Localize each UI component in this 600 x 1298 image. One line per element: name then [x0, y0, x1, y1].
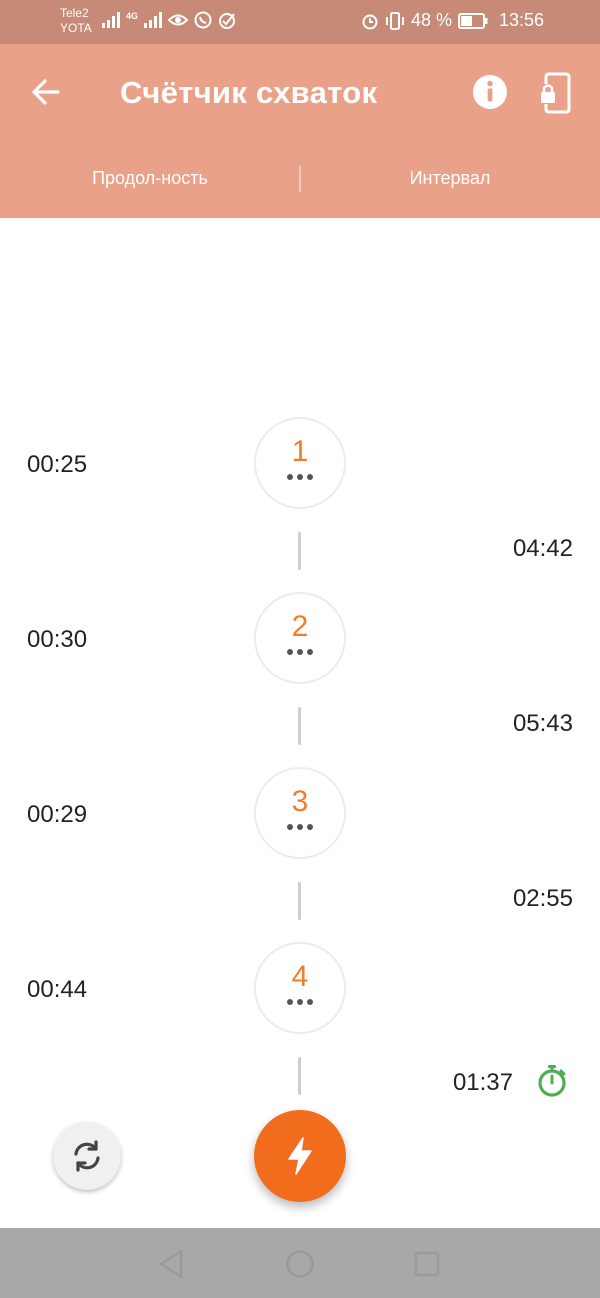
lightning-icon [288, 1137, 312, 1175]
alarm-icon [362, 14, 378, 29]
lock-phone-icon [541, 72, 571, 114]
column-tabs: Продол-ность Интервал [0, 148, 600, 208]
signal-icon-2 [144, 12, 163, 28]
contraction-node-3[interactable]: 3 [254, 767, 346, 859]
tab-interval[interactable]: Интервал [300, 168, 600, 189]
square-recents-icon [414, 1251, 440, 1277]
refresh-icon [74, 1140, 100, 1172]
arrow-left-icon [32, 79, 60, 105]
info-icon [473, 75, 507, 109]
status-icons-right: 48 % [361, 10, 488, 31]
record-contraction-button[interactable] [254, 1110, 346, 1202]
timeline-connector [298, 882, 301, 920]
contraction-node-1[interactable]: 1 [254, 417, 346, 509]
lock-screen-button[interactable] [535, 70, 575, 116]
status-icons-left: 4G [102, 11, 236, 29]
eye-icon [168, 14, 189, 26]
interval-label-2: 05:43 [512, 710, 573, 737]
contraction-number: 3 [291, 785, 309, 818]
vibrate-icon [385, 11, 404, 30]
contraction-node-4[interactable]: 4 [254, 942, 346, 1034]
contraction-number: 2 [291, 610, 309, 643]
interval-label-1: 04:42 [512, 535, 573, 562]
contraction-node-2[interactable]: 2 [254, 592, 346, 684]
timeline-connector [298, 707, 301, 745]
timeline-connector [298, 1057, 301, 1095]
timeline-connector [298, 532, 301, 570]
clock-time: 13:56 [498, 10, 544, 30]
contraction-number: 4 [291, 960, 309, 993]
more-dots-icon [256, 824, 344, 830]
stopwatch-icon [538, 1065, 566, 1097]
more-dots-icon [256, 474, 344, 480]
app-header: Счётчик схваток Продол-ность Интервал [0, 44, 600, 218]
nav-home-button[interactable] [282, 1246, 318, 1282]
contraction-number: 1 [291, 435, 309, 468]
check-badge-icon [219, 13, 236, 29]
signal-icon [102, 12, 120, 28]
current-interval-label: 01:37 [452, 1069, 513, 1096]
circle-home-icon [286, 1250, 314, 1278]
triangle-back-icon [159, 1249, 183, 1279]
system-navigation-bar [0, 1228, 600, 1298]
duration-label-3: 00:29 [27, 801, 88, 828]
more-dots-icon [256, 649, 344, 655]
duration-label-2: 00:30 [27, 626, 88, 653]
reset-button[interactable] [53, 1122, 121, 1190]
duration-label-4: 00:44 [27, 976, 88, 1003]
whatsapp-icon [194, 11, 212, 29]
battery-icon [458, 12, 488, 29]
network-type-label: 4G [126, 11, 139, 21]
carrier-info: Tele2 YOTA [60, 6, 92, 36]
battery-percent: 48 % [410, 10, 452, 30]
nav-back-button[interactable] [154, 1246, 190, 1282]
nav-recents-button[interactable] [409, 1246, 445, 1282]
interval-label-3: 02:55 [512, 885, 573, 912]
page-title: Счётчик схваток [120, 75, 378, 110]
duration-label-1: 00:25 [27, 451, 88, 478]
info-button[interactable] [470, 72, 510, 112]
back-button[interactable] [26, 72, 66, 112]
tab-duration[interactable]: Продол-ность [0, 168, 300, 189]
carrier-name-1: Tele2 [60, 6, 89, 20]
carrier-name-2: YOTA [60, 21, 92, 35]
more-dots-icon [256, 999, 344, 1005]
status-bar: Tele2 YOTA 4G 48 % 13:56 [0, 0, 600, 44]
